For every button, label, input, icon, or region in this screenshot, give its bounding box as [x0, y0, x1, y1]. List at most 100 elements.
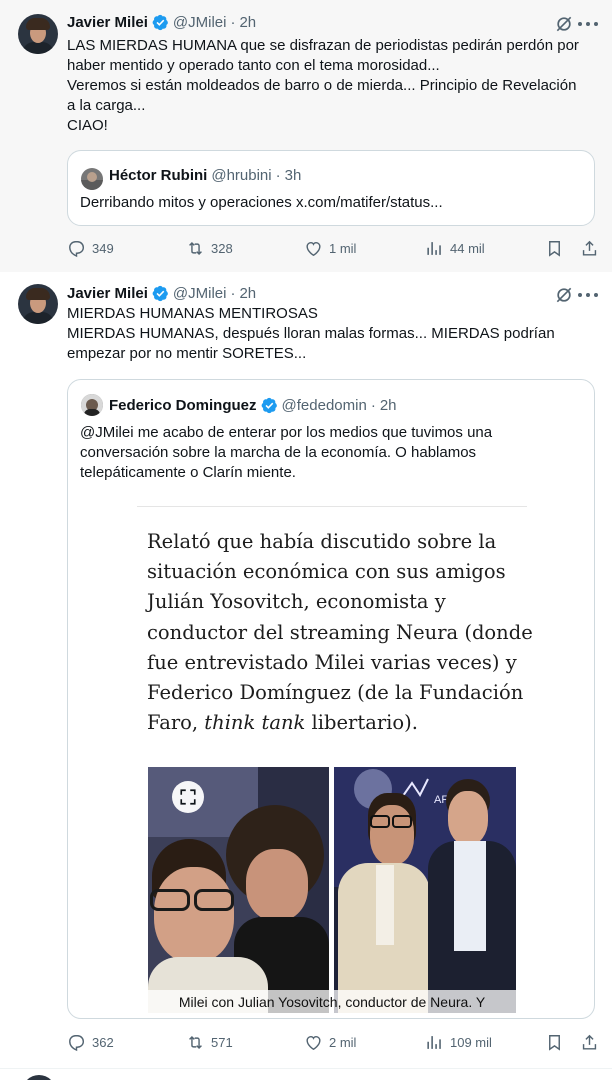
quoted-avatar[interactable]: [81, 394, 103, 416]
tweet-text: LAS MIERDAS HUMANA que se disfrazan de p…: [67, 36, 597, 136]
reply-count: 362: [92, 1034, 114, 1050]
share-button[interactable]: [580, 1030, 599, 1054]
text-line: MIERDAS HUMANAS, después lloran malas fo…: [67, 325, 555, 342]
text-line: Veremos si están moldeados de barro o de…: [67, 77, 577, 94]
article-line: fue entrevistado Milei varias veces) y: [147, 650, 517, 674]
like-button[interactable]: 2 mil: [304, 1030, 356, 1054]
quoted-timestamp[interactable]: 3h: [285, 167, 302, 184]
article-line: conductor del streaming Neura (donde: [147, 620, 533, 644]
avatar[interactable]: [18, 284, 58, 324]
separator-dot: ·: [275, 166, 281, 184]
like-icon: [306, 241, 321, 256]
like-count: 2 mil: [329, 1034, 357, 1050]
author-name[interactable]: Javier Milei: [67, 14, 148, 31]
grok-icon[interactable]: [554, 285, 574, 305]
article-image[interactable]: Relató que había discutido sobre la situ…: [137, 506, 533, 1014]
bookmark-icon: [549, 240, 560, 257]
views-button[interactable]: 44 mil: [425, 236, 485, 260]
like-count: 1 mil: [329, 240, 357, 256]
quoted-header: Federico Dominguez @fededomin · 2h: [109, 395, 397, 415]
tweet[interactable]: Javier Milei @JMilei · 2h MIERDAS HUMANA…: [0, 272, 612, 1068]
photo-selfie: [148, 767, 329, 1013]
article-line: Federico Domínguez (de la Fundación: [147, 681, 524, 705]
like-button[interactable]: 1 mil: [304, 236, 356, 260]
share-icon: [582, 1034, 597, 1050]
bookmark-button[interactable]: [545, 1030, 564, 1054]
reply-button[interactable]: 362: [67, 1030, 114, 1054]
avatar[interactable]: [18, 14, 58, 54]
article-line: Faro, think tank libertario).: [147, 711, 418, 735]
expand-button[interactable]: [172, 781, 204, 813]
article-line: situación económica con sus amigos: [147, 560, 506, 584]
action-bar: 349 328 1 mil 44 mil: [0, 236, 612, 260]
text-line: @JMilei me acabo de enterar por los medi…: [80, 424, 493, 441]
next-avatar[interactable]: [22, 1075, 56, 1080]
views-icon: [427, 1035, 441, 1049]
tweet-text: MIERDAS HUMANAS MENTIROSAS MIERDAS HUMAN…: [67, 304, 597, 364]
quoted-text: @JMilei me acabo de enterar por los medi…: [80, 423, 585, 483]
timestamp[interactable]: 2h: [239, 14, 256, 31]
photo-caption: Milei con Julian Yosovitch, conductor de…: [137, 990, 527, 1014]
views-button[interactable]: 109 mil: [425, 1030, 492, 1054]
repost-button[interactable]: 571: [186, 1030, 233, 1054]
repost-button[interactable]: 328: [186, 236, 233, 260]
quoted-timestamp[interactable]: 2h: [380, 397, 397, 414]
article-text: Relató que había discutido sobre la situ…: [147, 527, 533, 738]
text-line: MIERDAS HUMANAS MENTIROSAS: [67, 305, 318, 322]
separator-dot: ·: [370, 396, 376, 414]
tweet[interactable]: Javier Milei @JMilei · 2h LAS MIERDAS HU…: [0, 0, 612, 272]
quoted-tweet[interactable]: Federico Dominguez @fededomin · 2h @JMil…: [67, 379, 595, 1019]
reply-icon: [69, 240, 85, 257]
text-line: Derribando mitos y operaciones x.com/mat…: [80, 194, 443, 211]
text-line: telepáticamente o Clarín miente.: [80, 464, 296, 481]
article-line: Relató que había discutido sobre la: [147, 530, 497, 553]
quoted-avatar[interactable]: [81, 168, 103, 190]
verified-badge-icon: [261, 397, 277, 413]
verified-badge-icon: [152, 14, 168, 30]
bookmark-button[interactable]: [545, 236, 564, 260]
view-count: 109 mil: [450, 1034, 492, 1050]
share-icon: [582, 240, 597, 256]
quoted-handle[interactable]: @fededomin: [282, 397, 367, 414]
quoted-tweet[interactable]: Héctor Rubini @hrubini · 3h Derribando m…: [67, 150, 595, 226]
tweet-header: Javier Milei @JMilei · 2h: [67, 283, 256, 303]
text-line: LAS MIERDAS HUMANA que se disfrazan de p…: [67, 37, 579, 54]
share-button[interactable]: [580, 236, 599, 260]
reply-count: 349: [92, 240, 114, 256]
quoted-handle[interactable]: @hrubini: [211, 167, 271, 184]
text-line: haber mentido y operado tanto con el tem…: [67, 57, 440, 74]
separator-dot: ·: [230, 284, 236, 302]
article-line: Julián Yosovitch, economista y: [147, 590, 446, 614]
author-handle[interactable]: @JMilei: [173, 285, 227, 302]
tweet-header: Javier Milei @JMilei · 2h: [67, 12, 256, 32]
repost-count: 571: [211, 1034, 233, 1050]
photo-studio: AFTER MA: [334, 767, 516, 1013]
text-line: empezar por no mentir SORETES...: [67, 345, 307, 362]
timeline-divider: [0, 1068, 612, 1080]
like-icon: [306, 1035, 321, 1050]
reply-icon: [69, 1034, 85, 1051]
action-bar: 362 571 2 mil 109 mil: [0, 1030, 612, 1054]
timestamp[interactable]: 2h: [239, 285, 256, 302]
quoted-author-name[interactable]: Héctor Rubini: [109, 167, 207, 184]
more-icon[interactable]: [578, 14, 598, 34]
grok-icon[interactable]: [554, 14, 574, 34]
separator-dot: ·: [230, 13, 236, 31]
more-icon[interactable]: [578, 285, 598, 305]
author-handle[interactable]: @JMilei: [173, 14, 227, 31]
reply-button[interactable]: 349: [67, 236, 114, 260]
author-name[interactable]: Javier Milei: [67, 285, 148, 302]
bookmark-icon: [549, 1034, 560, 1051]
quoted-text: Derribando mitos y operaciones x.com/mat…: [80, 193, 585, 213]
quoted-author-name[interactable]: Federico Dominguez: [109, 397, 257, 414]
text-line: a la carga...: [67, 97, 146, 114]
expand-icon: [180, 789, 196, 805]
view-count: 44 mil: [450, 240, 485, 256]
views-icon: [427, 241, 441, 255]
repost-icon: [189, 1035, 202, 1049]
quoted-header: Héctor Rubini @hrubini · 3h: [109, 165, 301, 185]
text-line: conversación sobre la marcha de la econo…: [80, 444, 477, 461]
text-line: CIAO!: [67, 117, 108, 134]
verified-badge-icon: [152, 285, 168, 301]
repost-icon: [189, 241, 202, 255]
